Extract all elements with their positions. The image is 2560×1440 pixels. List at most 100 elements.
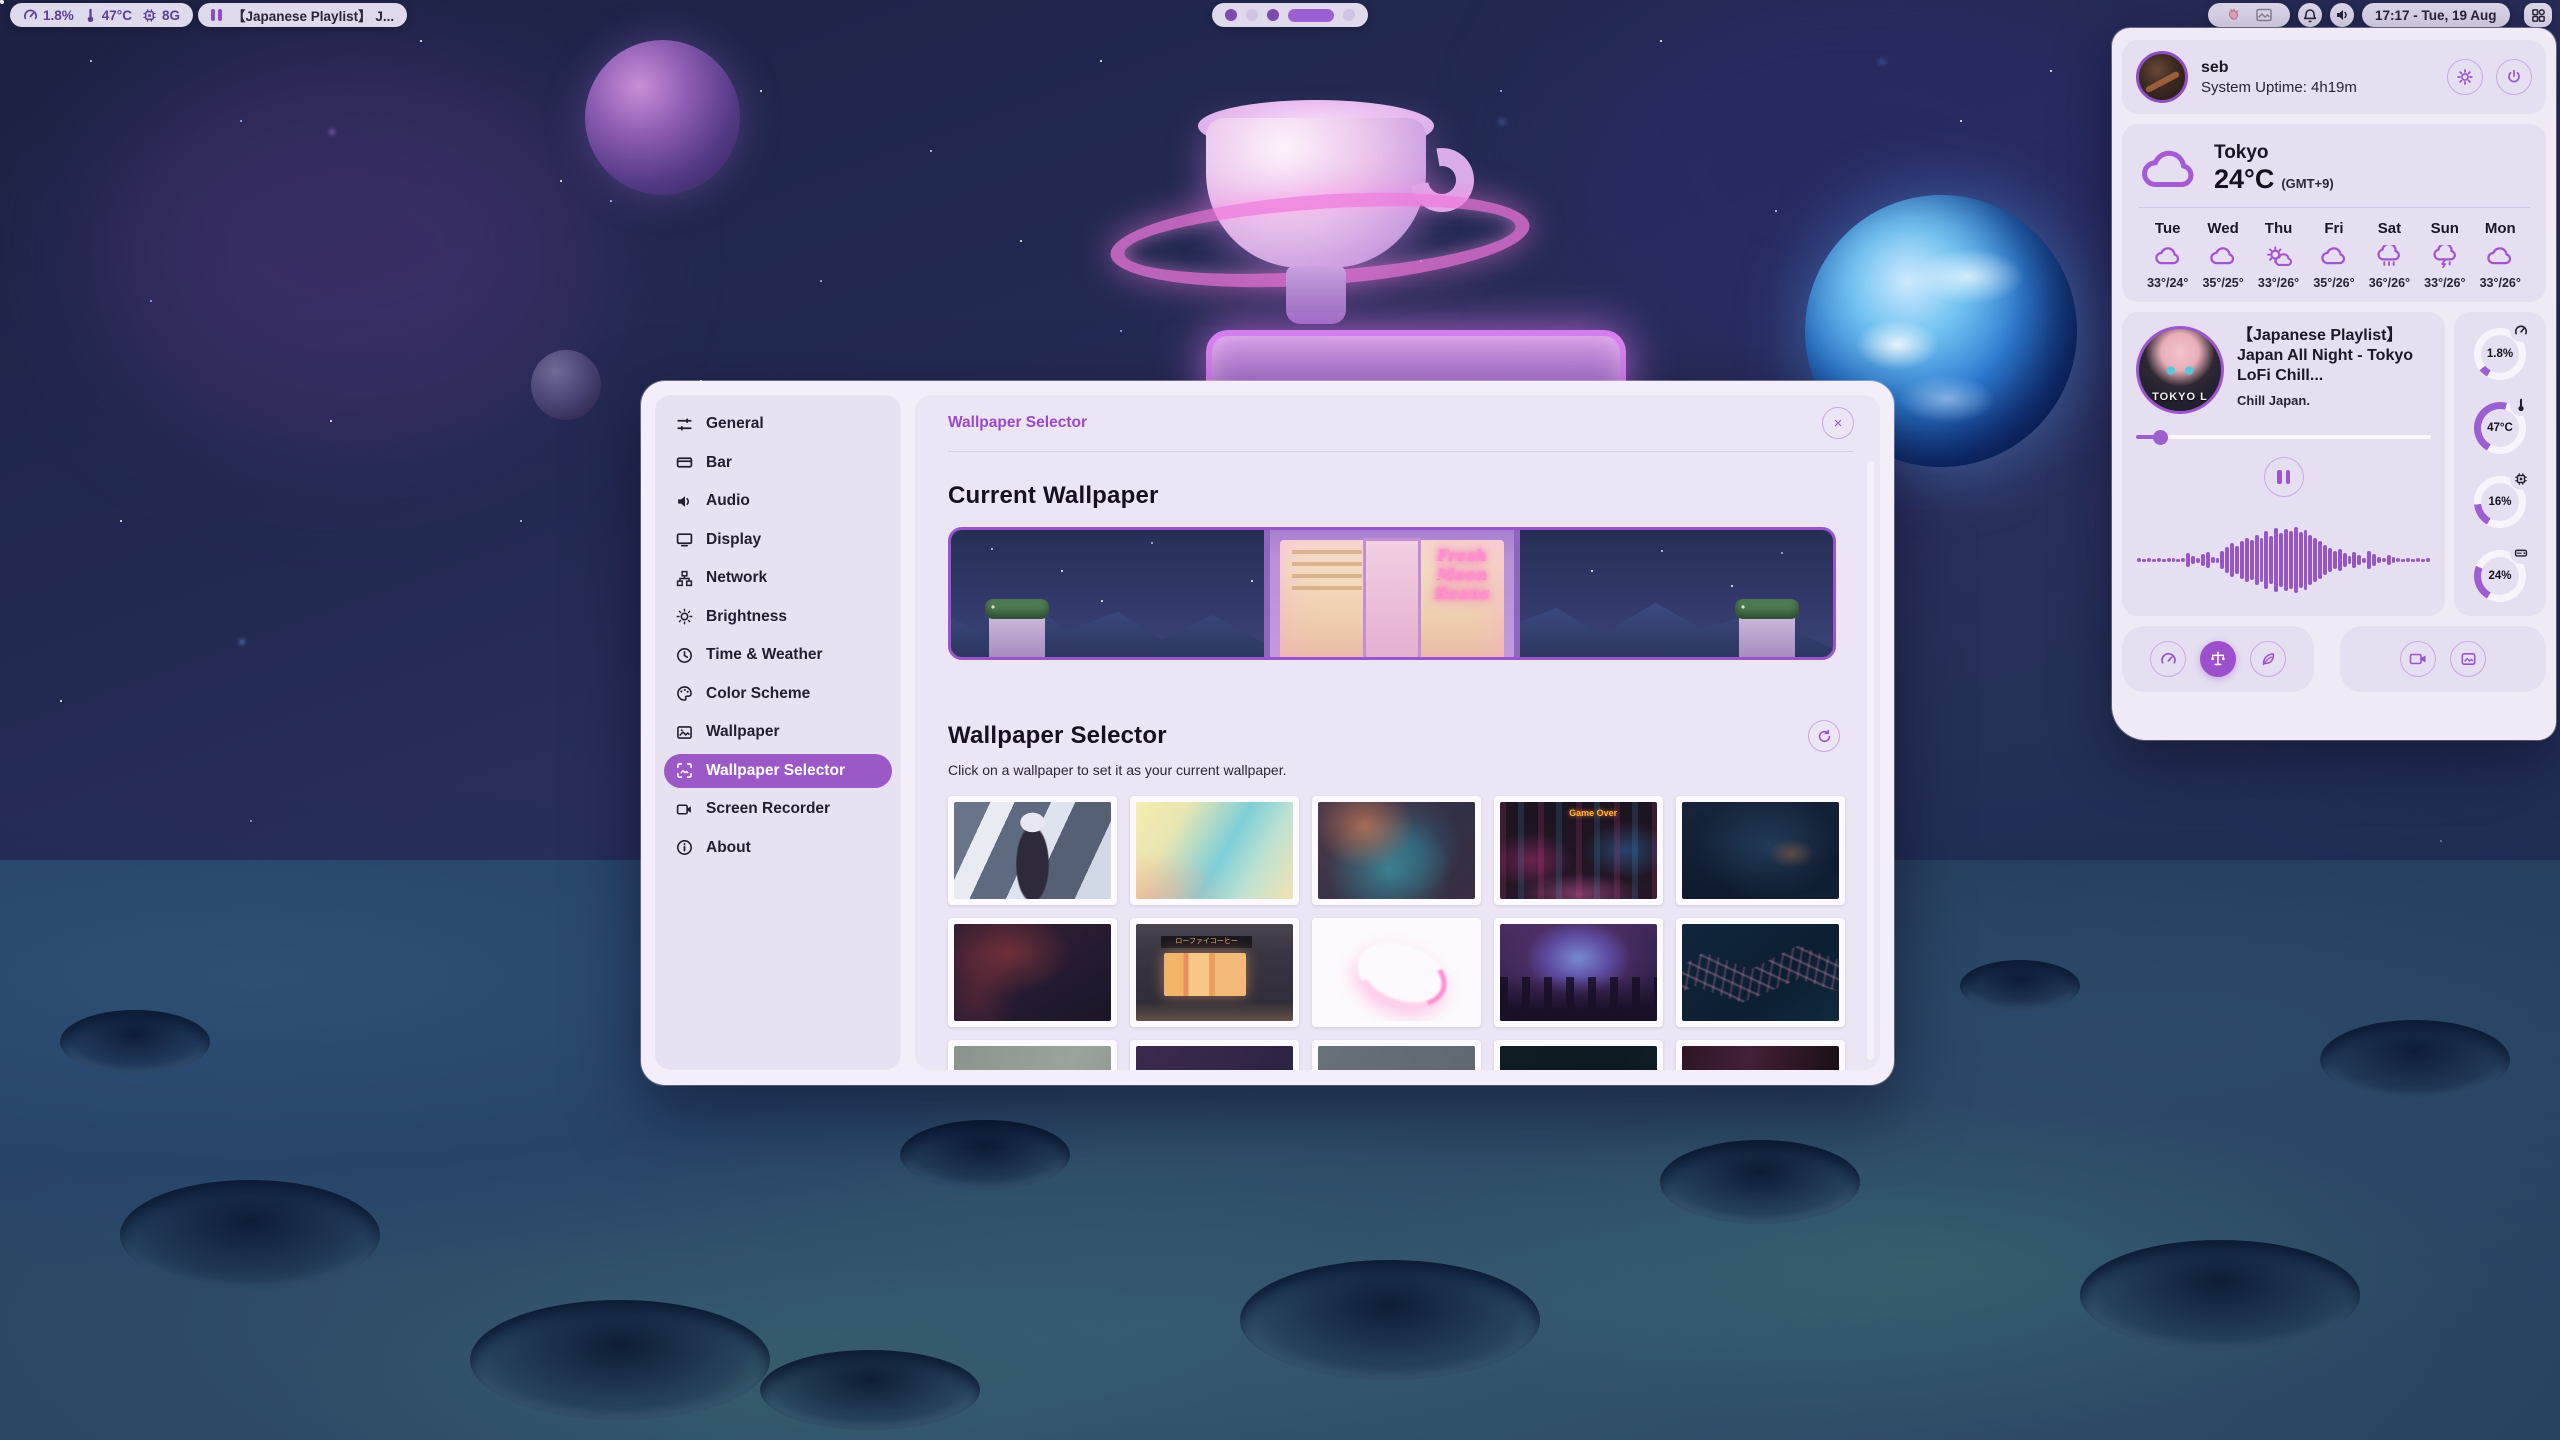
wallpaper-thumbnail[interactable] [1312, 918, 1481, 1027]
wallpaper-thumbnail[interactable]: ローファイコーヒー [1130, 918, 1299, 1027]
wallpaper-thumbnail[interactable] [1130, 1040, 1299, 1070]
sidebar-item-general[interactable]: General [664, 407, 892, 441]
wallpaper-selector-heading: Wallpaper Selector [948, 722, 1808, 750]
wallpaper-grid: Game Over ローファイコーヒー [948, 796, 1840, 1070]
sidebar-item-about[interactable]: About [664, 831, 892, 865]
screenshot-button[interactable] [2450, 641, 2486, 677]
desktop: 1.8% 47°C 8G 【Japanese Playlist】 J... 17… [0, 0, 2560, 1440]
wallpaper-thumbnail[interactable] [1676, 918, 1845, 1027]
refresh-button[interactable] [1808, 720, 1840, 752]
wallpaper-thumbnail[interactable] [1312, 796, 1481, 905]
media-player-card: TOKYO L 【Japanese Playlist】 Japan All Ni… [2122, 312, 2445, 616]
sidebar-item-wallpaper[interactable]: Wallpaper [664, 715, 892, 749]
workspace-dot-5[interactable] [1343, 9, 1355, 21]
header-divider [948, 451, 1854, 452]
wallpaper-thumbnail[interactable] [948, 1040, 1117, 1070]
sidebar-item-brightness[interactable]: Brightness [664, 600, 892, 634]
crater [900, 1120, 1070, 1190]
screen-record-button[interactable] [2400, 641, 2436, 677]
user-card: seb System Uptime: 4h19m [2122, 40, 2546, 114]
settings-sidebar: General Bar Audio Display Network Bright… [655, 395, 901, 1070]
cloud-icon [2485, 245, 2515, 268]
forecast-day: Thu 33°/26° [2251, 220, 2306, 290]
weather-divider [2138, 207, 2530, 208]
storefront-sign-text: ローファイコーヒー [1161, 936, 1252, 949]
sidebar-item-wallpaper-selector[interactable]: Wallpaper Selector [664, 754, 892, 788]
temperature-stat: 47°C [84, 8, 132, 23]
workspace-dot-1[interactable] [1225, 9, 1237, 21]
sidebar-item-label: General [706, 415, 764, 433]
systray-pill[interactable] [2208, 3, 2290, 27]
album-caption: TOKYO L [2139, 391, 2221, 403]
forecast-day: Fri 35°/26° [2306, 220, 2361, 290]
forecast-day: Wed 35°/25° [2195, 220, 2250, 290]
scrollbar[interactable] [1867, 461, 1874, 1060]
play-pause-button[interactable] [2264, 457, 2304, 497]
workspaces-indicator[interactable] [1212, 3, 1368, 27]
forecast-day-label: Mon [2485, 220, 2516, 237]
crater [120, 1180, 380, 1290]
sidebar-item-display[interactable]: Display [664, 523, 892, 557]
workspace-dot-2[interactable] [1246, 9, 1258, 21]
track-title: 【Japanese Playlist】 Japan All Night - To… [2237, 326, 2431, 386]
workspace-dot-3[interactable] [1267, 9, 1279, 21]
sidebar-item-audio[interactable]: Audio [664, 484, 892, 518]
powersave-profile-button[interactable] [2250, 641, 2286, 677]
utilities-group [2340, 626, 2546, 692]
avatar [2136, 51, 2188, 103]
wallpaper-thumbnail[interactable]: Game Over [1494, 796, 1663, 905]
forecast-temps: 36°/26° [2369, 276, 2410, 290]
crater [760, 1350, 980, 1430]
settings-content: Current Wallpaper Fresh Moon Beans Wallp… [915, 482, 1880, 1070]
sidebar-item-label: Display [706, 531, 761, 549]
wallpaper-thumbnail[interactable] [1676, 1040, 1845, 1070]
album-art: TOKYO L [2136, 326, 2224, 414]
sidebar-item-network[interactable]: Network [664, 561, 892, 595]
pause-icon [211, 9, 222, 21]
speedometer-icon [2160, 651, 2177, 668]
wallpaper-thumbnail[interactable] [948, 796, 1117, 905]
settings-button[interactable] [2447, 59, 2483, 95]
crater [2080, 1240, 2360, 1350]
preview-planter [1739, 615, 1795, 657]
clock-pill[interactable]: 17:17 - Tue, 19 Aug [2362, 3, 2510, 27]
balanced-profile-button[interactable] [2200, 641, 2236, 677]
system-stats-pill[interactable]: 1.8% 47°C 8G [10, 3, 193, 27]
wallpaper-thumbnail[interactable] [1676, 796, 1845, 905]
pause-icon [2277, 470, 2282, 484]
network-icon [676, 570, 693, 587]
forecast-temps: 33°/24° [2147, 276, 2188, 290]
sidebar-item-screen-recorder[interactable]: Screen Recorder [664, 792, 892, 826]
tray-image-icon[interactable] [2256, 8, 2272, 22]
wallpaper-thumbnail[interactable] [1130, 796, 1299, 905]
workspace-active-pill[interactable] [1288, 9, 1334, 22]
wallpaper-selector-icon [676, 762, 693, 779]
brightness-icon [676, 608, 693, 625]
info-icon [676, 839, 693, 856]
pause-icon [2286, 470, 2291, 484]
wallpaper-thumbnail[interactable] [1312, 1040, 1481, 1070]
slider-track[interactable] [2136, 435, 2431, 439]
slider-thumb[interactable] [2153, 430, 2168, 445]
crater [60, 1010, 210, 1074]
volume-button[interactable] [2330, 3, 2354, 27]
sidebar-item-label: Wallpaper Selector [706, 762, 845, 780]
wallpaper-thumbnail[interactable] [948, 918, 1117, 1027]
notifications-button[interactable] [2298, 3, 2322, 27]
performance-profile-button[interactable] [2150, 641, 2186, 677]
nebula-blob [100, 60, 600, 440]
wallpaper-thumbnail[interactable] [1494, 1040, 1663, 1070]
power-button[interactable] [2496, 59, 2532, 95]
wallpaper-thumbnail[interactable] [1494, 918, 1663, 1027]
sidebar-item-color-scheme[interactable]: Color Scheme [664, 677, 892, 711]
app-launcher-button[interactable] [2524, 3, 2552, 27]
media-pill[interactable]: 【Japanese Playlist】 J... [198, 3, 407, 27]
video-camera-icon [2409, 651, 2427, 667]
sidebar-item-bar[interactable]: Bar [664, 446, 892, 480]
disk-usage-gauge: 24% [2472, 544, 2528, 606]
close-button[interactable]: × [1822, 407, 1854, 439]
tray-app-icon[interactable] [2226, 7, 2242, 23]
system-gauges-card: 1.8% 47°C 16% 24% [2454, 312, 2546, 616]
sidebar-item-time-weather[interactable]: Time & Weather [664, 638, 892, 672]
seek-slider[interactable] [2136, 430, 2431, 444]
